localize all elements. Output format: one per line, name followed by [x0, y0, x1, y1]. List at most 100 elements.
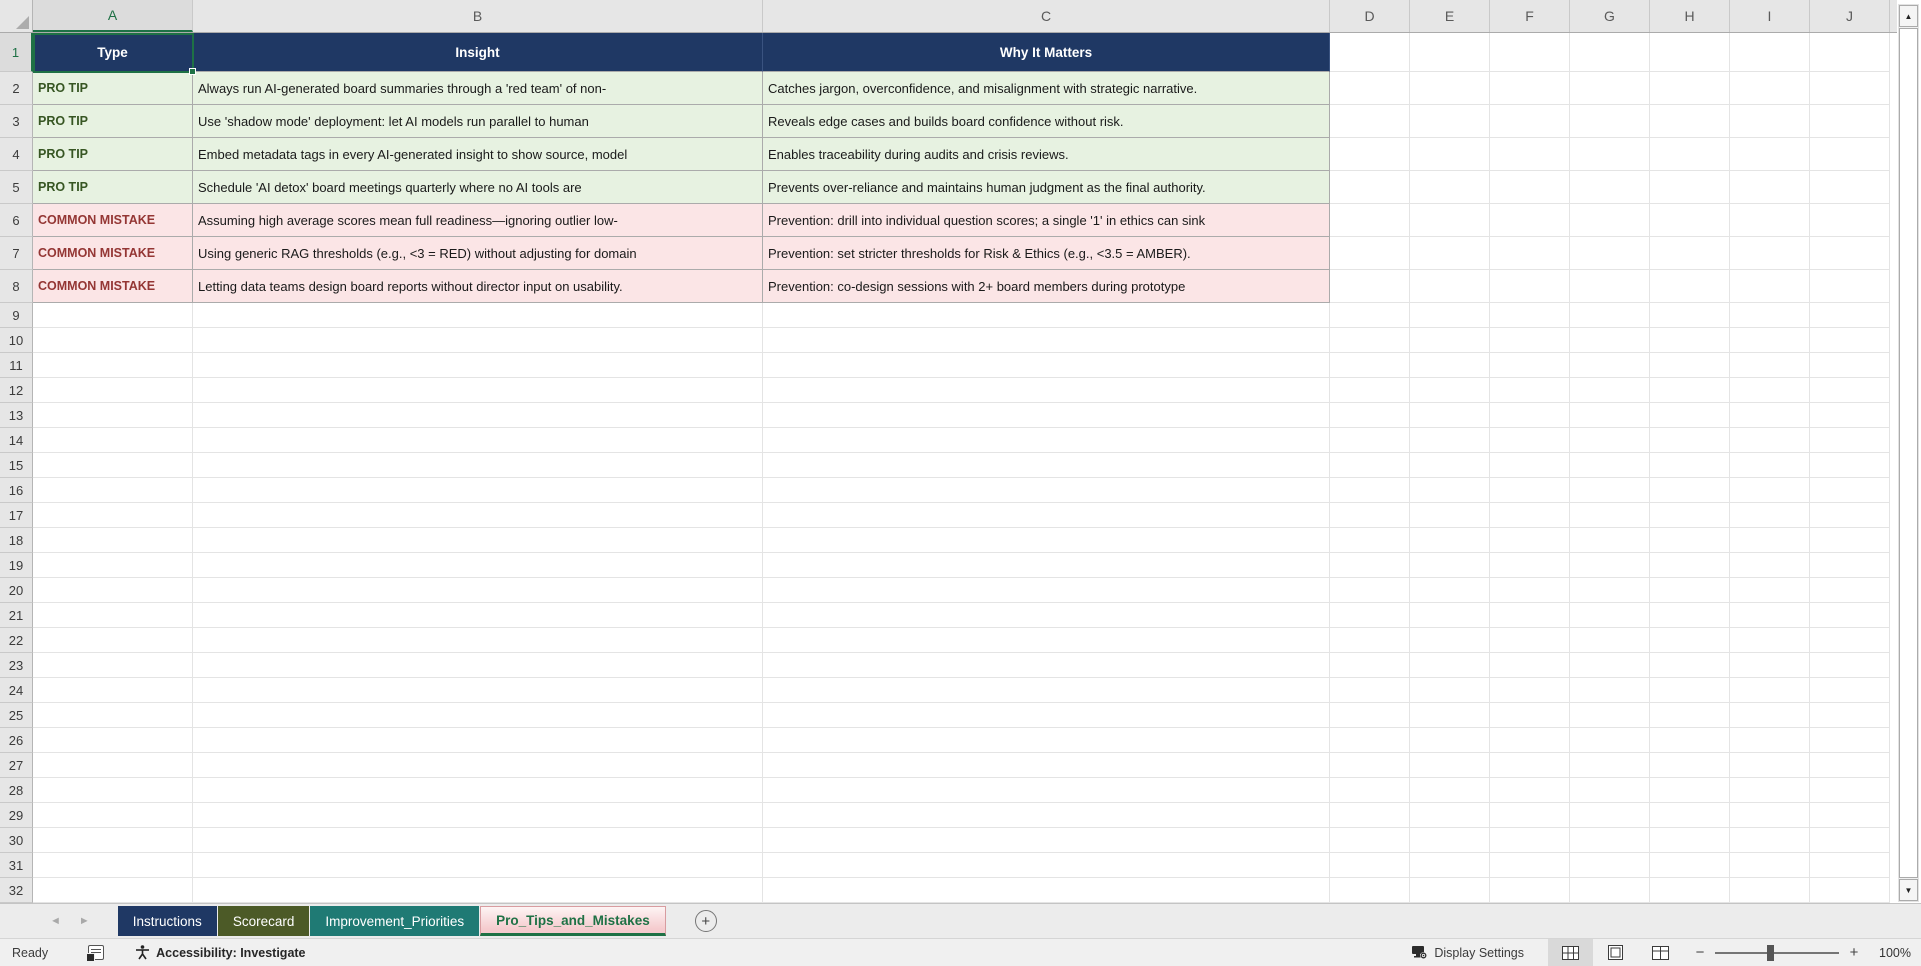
row-header-1[interactable]: 1 — [0, 33, 33, 72]
cell[interactable] — [763, 503, 1330, 528]
cell[interactable] — [193, 653, 763, 678]
cell[interactable] — [1650, 503, 1730, 528]
cell[interactable] — [1410, 328, 1490, 353]
column-header-C[interactable]: C — [763, 0, 1330, 32]
cell[interactable] — [1570, 828, 1650, 853]
column-header-I[interactable]: I — [1730, 0, 1810, 32]
cell[interactable] — [1730, 478, 1810, 503]
cell[interactable] — [193, 878, 763, 903]
cell[interactable] — [1570, 603, 1650, 628]
cell[interactable] — [1330, 828, 1410, 853]
display-settings-button[interactable]: Display Settings — [1411, 945, 1524, 960]
cell[interactable] — [1330, 753, 1410, 778]
cell[interactable] — [1490, 72, 1570, 105]
cell[interactable] — [1730, 403, 1810, 428]
cell[interactable] — [1490, 853, 1570, 878]
cell[interactable] — [1410, 138, 1490, 171]
cell[interactable] — [33, 828, 193, 853]
cell[interactable] — [1730, 237, 1810, 270]
cell[interactable] — [763, 528, 1330, 553]
cell[interactable] — [33, 453, 193, 478]
cell[interactable] — [1650, 453, 1730, 478]
cell-A4[interactable]: PRO TIP — [33, 138, 193, 171]
cell[interactable] — [1730, 778, 1810, 803]
cell[interactable] — [193, 728, 763, 753]
row-header-8[interactable]: 8 — [0, 270, 33, 303]
cell[interactable] — [1490, 378, 1570, 403]
cell[interactable] — [1330, 403, 1410, 428]
cell[interactable] — [1410, 553, 1490, 578]
cell[interactable] — [1650, 653, 1730, 678]
cell[interactable] — [1330, 578, 1410, 603]
cell-A6[interactable]: COMMON MISTAKE — [33, 204, 193, 237]
cell[interactable] — [1810, 878, 1890, 903]
cell[interactable] — [1570, 678, 1650, 703]
cell[interactable] — [1810, 270, 1890, 303]
cell[interactable] — [1490, 105, 1570, 138]
cell[interactable] — [1330, 270, 1410, 303]
cell[interactable] — [1330, 553, 1410, 578]
cell[interactable] — [1410, 603, 1490, 628]
cell[interactable] — [1410, 33, 1490, 72]
cell[interactable] — [1810, 478, 1890, 503]
cell[interactable] — [1810, 653, 1890, 678]
row-header-27[interactable]: 27 — [0, 753, 33, 778]
cell[interactable] — [1650, 528, 1730, 553]
column-header-B[interactable]: B — [193, 0, 763, 32]
cell[interactable] — [1570, 171, 1650, 204]
zoom-level[interactable]: 100% — [1869, 946, 1911, 960]
row-header-12[interactable]: 12 — [0, 378, 33, 403]
cell[interactable] — [1570, 653, 1650, 678]
cell[interactable] — [1490, 503, 1570, 528]
cell[interactable] — [1330, 703, 1410, 728]
cell[interactable] — [1330, 237, 1410, 270]
cell[interactable] — [1730, 270, 1810, 303]
cell[interactable] — [1330, 628, 1410, 653]
view-page-break-button[interactable] — [1638, 939, 1683, 966]
cell[interactable] — [33, 603, 193, 628]
cell[interactable] — [33, 353, 193, 378]
cell[interactable] — [1650, 803, 1730, 828]
cell[interactable] — [763, 728, 1330, 753]
cell[interactable] — [1810, 237, 1890, 270]
cell[interactable] — [1810, 553, 1890, 578]
cell[interactable] — [1810, 803, 1890, 828]
cell[interactable] — [193, 553, 763, 578]
scroll-down-button[interactable]: ▼ — [1899, 879, 1918, 901]
cell[interactable] — [1490, 578, 1570, 603]
cell[interactable] — [1410, 204, 1490, 237]
cell[interactable] — [1810, 528, 1890, 553]
vertical-scroll-thumb[interactable] — [1899, 28, 1918, 878]
row-header-11[interactable]: 11 — [0, 353, 33, 378]
cell-B6[interactable]: Assuming high average scores mean full r… — [193, 204, 763, 237]
cell[interactable] — [193, 328, 763, 353]
cell[interactable] — [1490, 778, 1570, 803]
cell[interactable] — [1650, 105, 1730, 138]
cell[interactable] — [763, 403, 1330, 428]
cell[interactable] — [33, 778, 193, 803]
cell[interactable] — [33, 653, 193, 678]
cell[interactable] — [1330, 503, 1410, 528]
row-header-15[interactable]: 15 — [0, 453, 33, 478]
cell[interactable] — [1650, 828, 1730, 853]
cell[interactable] — [33, 678, 193, 703]
cell[interactable] — [1730, 503, 1810, 528]
cell[interactable] — [1650, 853, 1730, 878]
column-header-G[interactable]: G — [1570, 0, 1650, 32]
cell[interactable] — [1330, 728, 1410, 753]
cell[interactable] — [1730, 553, 1810, 578]
cell[interactable] — [1810, 171, 1890, 204]
cell[interactable] — [1650, 603, 1730, 628]
cell[interactable] — [1650, 778, 1730, 803]
cell[interactable] — [1570, 578, 1650, 603]
row-header-30[interactable]: 30 — [0, 828, 33, 853]
cell[interactable] — [1570, 328, 1650, 353]
cell[interactable] — [1330, 105, 1410, 138]
cell[interactable] — [1410, 303, 1490, 328]
cell[interactable] — [1810, 138, 1890, 171]
cell-C5[interactable]: Prevents over-reliance and maintains hum… — [763, 171, 1330, 204]
cell[interactable] — [1330, 528, 1410, 553]
header-cell-B1[interactable]: Insight — [193, 33, 763, 72]
cell[interactable] — [1570, 703, 1650, 728]
cell[interactable] — [1490, 528, 1570, 553]
